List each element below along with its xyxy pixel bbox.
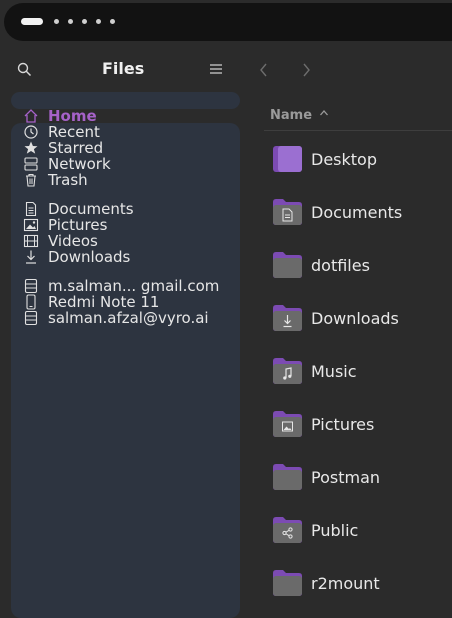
- network-icon: [22, 156, 40, 172]
- sidebar-item-phone[interactable]: Redmi Note 11: [22, 293, 159, 311]
- workspace-dot[interactable]: [68, 19, 73, 24]
- sidebar: [11, 123, 240, 618]
- public-folder-icon: [272, 516, 303, 544]
- sidebar-item-pictures[interactable]: Pictures: [22, 216, 107, 234]
- list-item[interactable]: dotfiles: [272, 247, 370, 283]
- sidebar-item-starred[interactable]: Starred: [22, 139, 103, 157]
- file-name: r2mount: [311, 573, 380, 593]
- downloads-folder-icon: [272, 304, 303, 332]
- drive-icon: [22, 310, 40, 326]
- folder-icon: [272, 569, 303, 597]
- sidebar-item-trash[interactable]: Trash: [22, 171, 88, 189]
- sidebar-header: Files: [0, 46, 248, 92]
- desktop-folder-icon: [272, 145, 303, 173]
- workspace-dot[interactable]: [54, 19, 59, 24]
- list-item[interactable]: Downloads: [272, 300, 399, 336]
- pictures-folder-icon: [272, 410, 303, 438]
- sidebar-item-drive-gmail[interactable]: m.salman... gmail.com: [22, 277, 219, 295]
- file-name: Pictures: [311, 414, 375, 434]
- back-button[interactable]: [259, 62, 269, 83]
- menu-button[interactable]: [207, 60, 225, 78]
- music-folder-icon: [272, 357, 303, 385]
- phone-icon: [22, 294, 40, 310]
- clock-icon: [22, 124, 40, 140]
- trash-icon: [22, 172, 40, 188]
- image-icon: [22, 217, 40, 233]
- list-item[interactable]: Postman: [272, 459, 380, 495]
- drive-icon: [22, 278, 40, 294]
- file-name: Desktop: [311, 149, 377, 169]
- sidebar-item-videos[interactable]: Videos: [22, 232, 98, 250]
- film-icon: [22, 233, 40, 249]
- file-name: Documents: [311, 202, 403, 222]
- sidebar-item-documents[interactable]: Documents: [22, 200, 134, 218]
- documents-folder-icon: [272, 198, 303, 226]
- workspace-dot[interactable]: [110, 19, 115, 24]
- list-item[interactable]: Public: [272, 512, 358, 548]
- search-button[interactable]: [15, 60, 33, 78]
- list-item[interactable]: r2mount: [272, 565, 380, 601]
- workspace-active[interactable]: [21, 18, 43, 25]
- window-title: Files: [102, 59, 145, 78]
- header-divider: [264, 130, 452, 131]
- document-icon: [22, 201, 40, 217]
- list-item[interactable]: Music: [272, 353, 357, 389]
- sidebar-item-recent[interactable]: Recent: [22, 123, 100, 141]
- workspace-dot[interactable]: [96, 19, 101, 24]
- star-icon: [22, 140, 40, 156]
- chevron-left-icon: [260, 63, 267, 77]
- folder-icon: [272, 251, 303, 279]
- sort-ascending-icon[interactable]: [319, 108, 329, 121]
- sidebar-item-network[interactable]: Network: [22, 155, 111, 173]
- file-name: Downloads: [311, 308, 399, 328]
- folder-icon: [272, 463, 303, 491]
- workspace-dot[interactable]: [82, 19, 87, 24]
- sidebar-item-downloads[interactable]: Downloads: [22, 248, 131, 266]
- column-header-name[interactable]: Name: [270, 108, 312, 123]
- file-name: Music: [311, 361, 357, 381]
- file-name: dotfiles: [311, 255, 370, 275]
- forward-button[interactable]: [301, 62, 311, 83]
- hamburger-menu-icon: [210, 64, 222, 74]
- list-item[interactable]: Documents: [272, 194, 402, 230]
- file-list-pane: Name Desktop Documents dotfiles Download…: [248, 41, 452, 607]
- sidebar-item-label: Trash: [48, 171, 88, 189]
- sidebar-top-bar: [11, 92, 240, 109]
- download-icon: [22, 249, 40, 265]
- top-panel: [4, 3, 452, 41]
- sidebar-item-home[interactable]: Home: [22, 107, 97, 125]
- sidebar-item-label: Downloads: [48, 248, 131, 266]
- search-icon: [17, 62, 31, 76]
- sidebar-item-drive-vyro[interactable]: salman.afzal@vyro.ai: [22, 309, 209, 327]
- file-name: Postman: [311, 467, 381, 487]
- sidebar-item-label: salman.afzal@vyro.ai: [48, 309, 209, 327]
- file-name: Public: [311, 520, 359, 540]
- chevron-right-icon: [303, 63, 310, 77]
- home-icon: [22, 108, 40, 124]
- list-item[interactable]: Pictures: [272, 406, 374, 442]
- list-item[interactable]: Desktop: [272, 141, 377, 177]
